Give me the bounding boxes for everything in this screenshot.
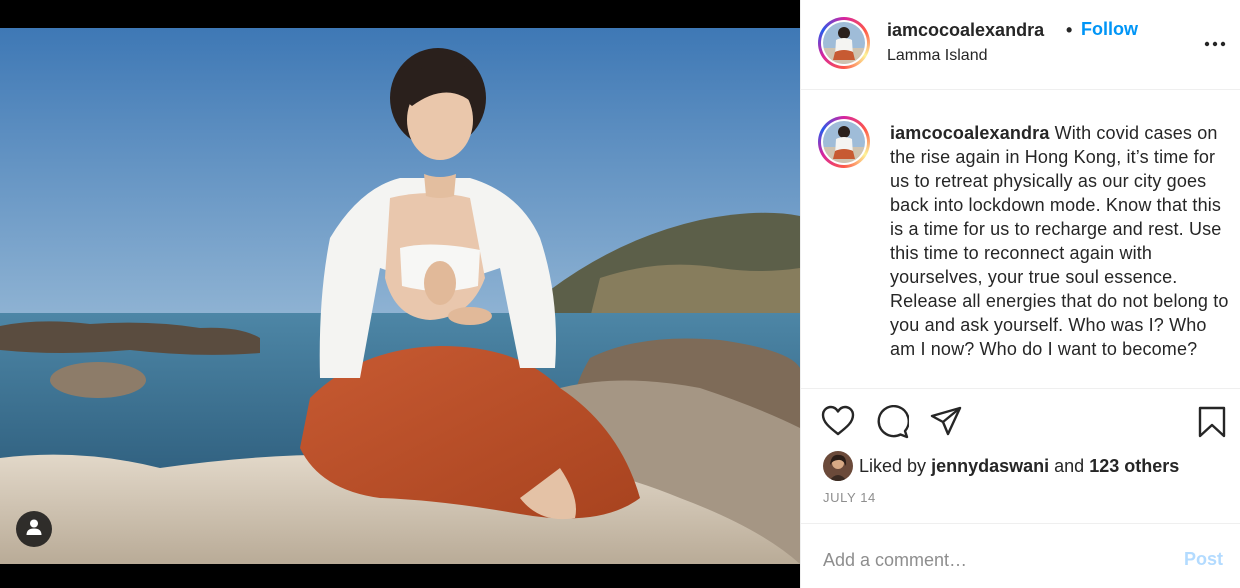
caption-avatar[interactable] [818,116,870,168]
tagged-users-button[interactable] [16,511,52,547]
post-media [0,0,800,588]
user-icon [24,517,44,542]
post-photo[interactable] [0,28,800,564]
post-caption: iamcocoalexandra With covid cases on the… [890,121,1235,361]
post-date[interactable]: JULY 14 [823,490,876,505]
instagram-post-view: iamcocoalexandra • Follow Lamma Island i… [0,0,1240,588]
liker-username[interactable]: jennydaswani [931,456,1049,476]
comment-bar: Post [801,523,1240,588]
likes-summary: Liked by jennydaswani and 123 others [823,451,1179,481]
comment-icon[interactable] [875,404,910,444]
author-username[interactable]: iamcocoalexandra [887,20,1044,41]
bookmark-icon[interactable] [1197,405,1227,444]
caption-username[interactable]: iamcocoalexandra [890,123,1049,143]
separator-dot: • [1066,20,1073,40]
likes-text: Liked by jennydaswani and 123 others [859,455,1180,476]
post-header: iamcocoalexandra • Follow Lamma Island [801,0,1240,90]
post-location[interactable]: Lamma Island [887,47,988,65]
likes-others-link[interactable]: 123 others [1089,456,1179,476]
author-avatar[interactable] [818,17,870,69]
liker-avatar[interactable] [823,451,853,481]
comment-input[interactable] [823,546,1153,574]
post-sidebar: iamcocoalexandra • Follow Lamma Island i… [800,0,1240,588]
more-options-icon[interactable] [1201,28,1229,48]
share-icon[interactable] [929,405,963,442]
heart-icon[interactable] [821,405,855,442]
post-comment-button[interactable]: Post [1184,549,1223,570]
follow-button[interactable]: Follow [1081,19,1138,40]
post-actions: Liked by jennydaswani and 123 others JUL… [801,388,1240,523]
caption-text: With covid cases on the rise again in Ho… [890,123,1229,359]
caption-section: iamcocoalexandra With covid cases on the… [801,91,1240,388]
